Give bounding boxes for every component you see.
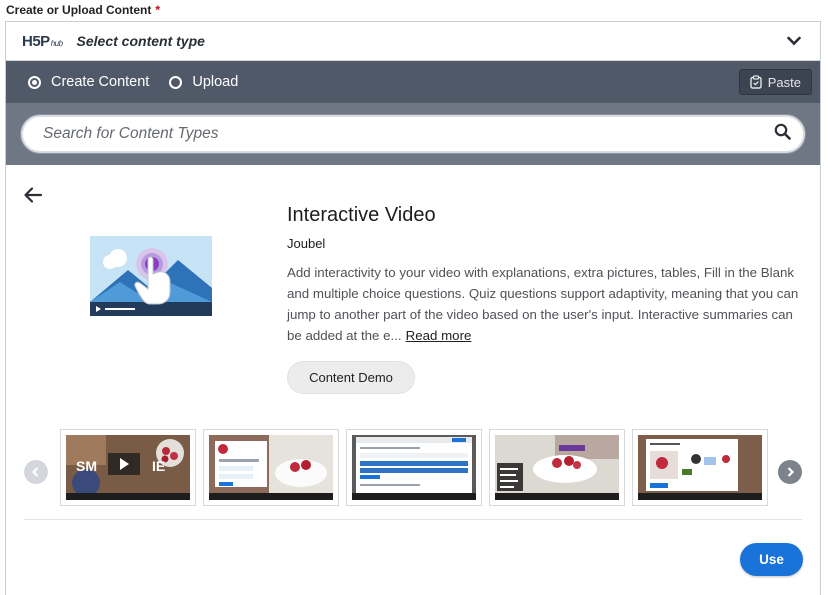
clipboard-icon: [750, 75, 762, 89]
screenshot-thumbnail[interactable]: [632, 429, 768, 506]
screenshot-thumbnail[interactable]: [489, 429, 625, 506]
use-button[interactable]: Use: [740, 543, 803, 576]
screenshot-image: [209, 435, 333, 500]
required-mark: *: [155, 3, 161, 17]
paste-button[interactable]: Paste: [738, 69, 812, 95]
hub-header[interactable]: H5P hub Select content type: [6, 22, 820, 61]
tab-upload[interactable]: Upload: [169, 74, 238, 90]
h5p-hub: H5P hub Select content type Create Conten…: [5, 21, 821, 595]
back-arrow-icon[interactable]: [22, 184, 44, 206]
content-owner: Joubel: [287, 236, 326, 251]
content-type-detail: Interactive Video Joubel Add interactivi…: [6, 165, 820, 595]
radio-icon: [169, 75, 183, 89]
description-text: Add interactivity to your video with exp…: [287, 265, 799, 343]
svg-text:SM: SM: [76, 458, 97, 474]
screenshot-image: SM IE: [66, 435, 190, 500]
h5p-logo: H5P hub: [22, 33, 63, 50]
tab-label: Create Content: [51, 74, 150, 90]
content-title: Interactive Video: [287, 204, 436, 226]
content-description: Add interactivity to your video with exp…: [287, 262, 803, 346]
carousel-prev-button[interactable]: [24, 460, 48, 484]
search-input[interactable]: [43, 125, 774, 143]
tabs-bar: Create Content Upload Paste: [6, 61, 820, 103]
screenshot-image: [495, 435, 619, 500]
divider: [24, 519, 802, 520]
field-label: Create or Upload Content *: [6, 3, 160, 17]
content-demo-button[interactable]: Content Demo: [287, 361, 415, 394]
search-bar: [6, 103, 820, 165]
logo-sub: hub: [50, 38, 63, 48]
chevron-down-icon[interactable]: [784, 31, 804, 51]
content-type-icon: [90, 236, 212, 316]
screenshot-thumbnail[interactable]: [203, 429, 339, 506]
carousel-next-button[interactable]: [778, 460, 802, 484]
search-box[interactable]: [21, 115, 805, 153]
read-more-link[interactable]: Read more: [406, 328, 472, 343]
radio-selected-icon: [28, 75, 41, 89]
tab-label: Upload: [192, 74, 239, 90]
field-label-text: Create or Upload Content: [6, 3, 152, 17]
tab-create-content[interactable]: Create Content: [28, 74, 149, 90]
screenshot-thumbnail[interactable]: [346, 429, 482, 506]
logo-text: H5P: [22, 32, 50, 50]
paste-label: Paste: [767, 74, 801, 90]
screenshot-thumbnail[interactable]: SM IE: [60, 429, 196, 506]
svg-text:IE: IE: [152, 458, 165, 474]
header-title: Select content type: [76, 33, 205, 49]
search-icon[interactable]: [774, 123, 791, 145]
screenshot-image: [638, 435, 762, 500]
screenshot-image: [352, 435, 476, 500]
